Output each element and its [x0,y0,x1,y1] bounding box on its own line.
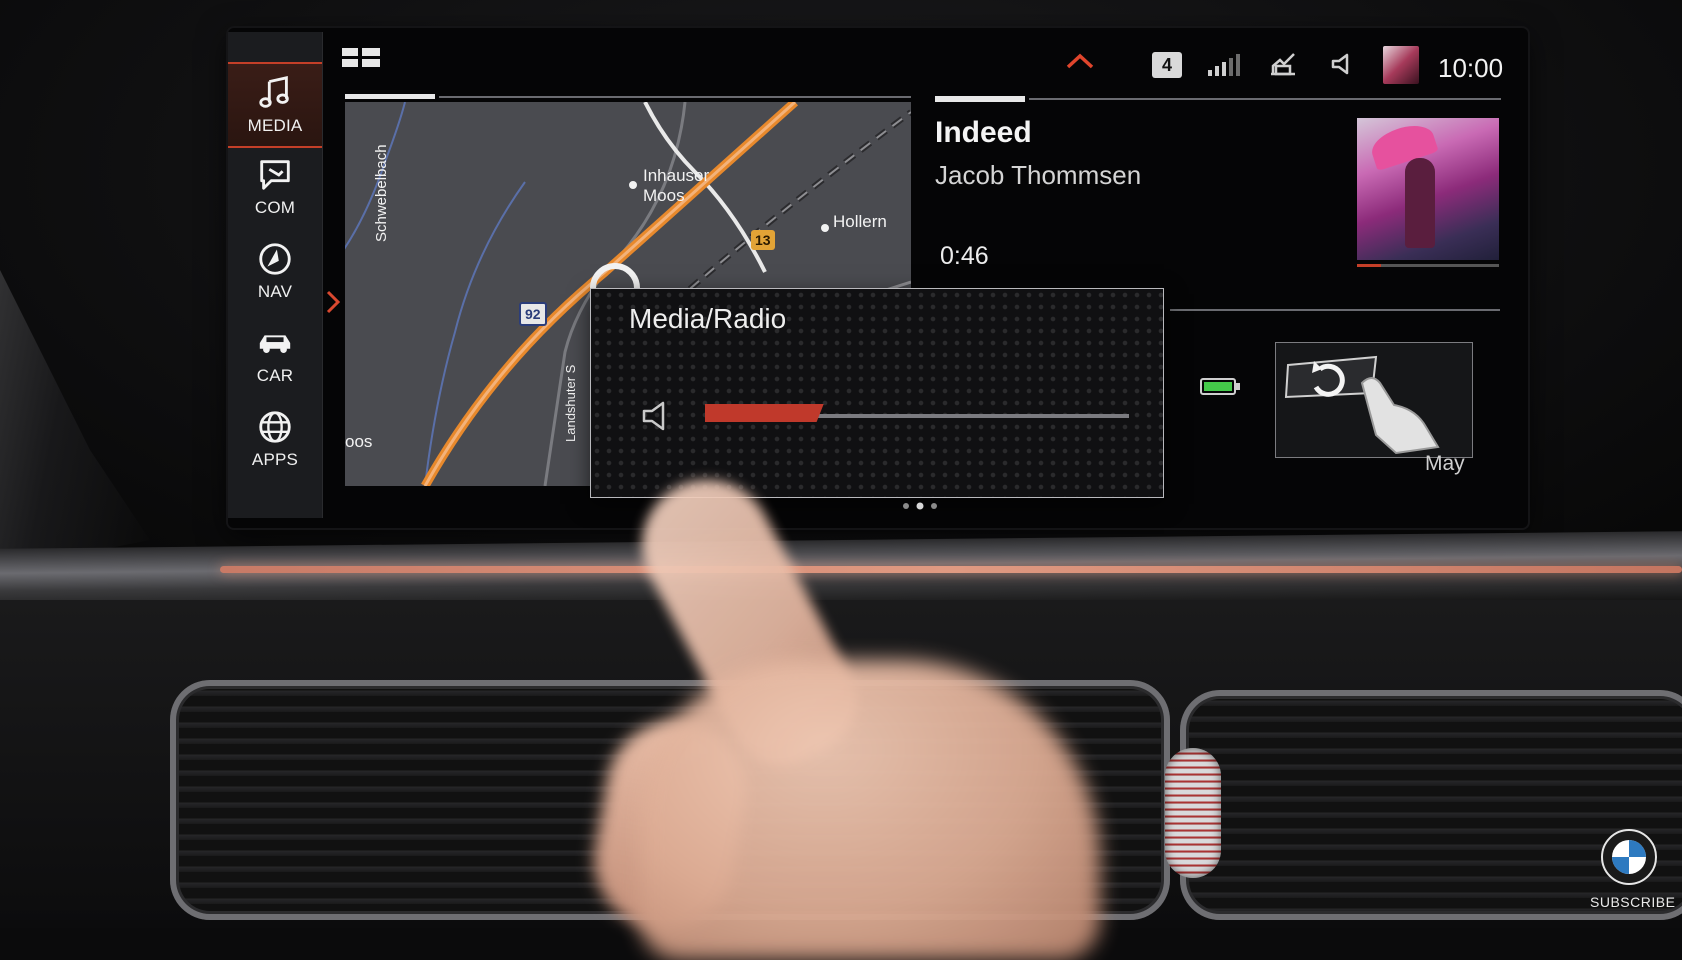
chevron-up-icon[interactable] [1065,52,1095,70]
vent-control-knob [1165,748,1221,878]
divider [1170,309,1500,311]
sidebar-item-label: APPS [251,450,299,469]
clock: 10:00 [1438,53,1504,83]
signal-icon [1208,54,1240,76]
map-poi-dot [629,181,637,189]
volume-overlay[interactable]: Media/Radio [590,288,1164,498]
map-label: Schwebelbach [373,144,390,242]
speaker-icon [642,401,665,431]
track-title: Indeed [935,116,1032,149]
map-poi-dot [821,224,829,232]
now-playing-thumbnail[interactable] [1383,46,1419,84]
map-label: Inhauser Moos [643,166,710,205]
elapsed-time: 0:46 [940,242,989,270]
media-widget-indicator [935,96,1501,102]
sidebar-item-apps[interactable]: APPS [228,398,322,480]
track-progress-bar [1357,264,1499,267]
gesture-tile-label: May [1425,452,1465,475]
subscribe-label[interactable]: SUBSCRIBE [1590,894,1675,910]
speaker-icon [1331,53,1349,75]
sidebar-item-car[interactable]: CAR [228,314,322,396]
gesture-control-tile[interactable] [1275,342,1473,458]
communication-icon [260,160,290,190]
split-screen-icon[interactable] [342,48,380,68]
route-shield-13: 13 [751,230,775,250]
main-menu-sidebar: MEDIA COM NAV CAR APPS [228,32,323,518]
map-widget-indicator [345,94,911,100]
sidebar-item-media[interactable]: MEDIA [228,62,322,148]
page-indicator [903,502,937,510]
bmw-logo [1601,829,1657,885]
volume-source-title: Media/Radio [629,303,787,334]
music-note-icon [259,76,289,108]
track-artist: Jacob Thommsen [935,160,1142,190]
sidebar-item-label: MEDIA [247,116,303,135]
rotate-gesture-icon [1284,355,1440,455]
globe-icon [259,411,291,443]
phone-icon [1271,53,1295,76]
map-label: Hollern [833,212,887,231]
route-shield-92: 92 [519,302,547,326]
car-icon [259,335,291,353]
navigation-icon [259,243,291,275]
chevron-right-icon[interactable] [326,290,340,314]
sidebar-item-nav[interactable]: NAV [228,230,322,312]
battery-icon [1200,378,1240,395]
sidebar-item-label: NAV [257,282,293,301]
volume-level-bar[interactable] [705,404,824,422]
sidebar-item-com[interactable]: COM [228,146,322,228]
map-label: Landshuter S [563,364,578,442]
status-badge: 4 [1152,52,1182,78]
sidebar-item-label: COM [254,198,296,217]
album-cover[interactable] [1357,118,1499,260]
map-label: oos [345,432,373,451]
ambient-light-strip [220,566,1682,573]
sidebar-item-label: CAR [256,366,294,385]
